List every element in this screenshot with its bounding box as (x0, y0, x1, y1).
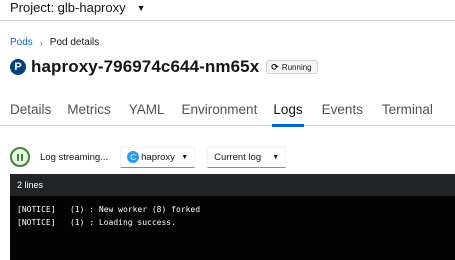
tab-terminal[interactable]: Terminal (382, 99, 433, 126)
pod-name: haproxy-796974c644-nm65x (31, 57, 260, 76)
caret-down-icon: ▼ (136, 2, 146, 13)
log-content[interactable]: [NOTICE] (1) : New worker (8) forked [NOT… (10, 196, 455, 229)
container-badge: C (127, 151, 140, 163)
tab-yaml[interactable]: YAML (129, 99, 165, 126)
tab-bar: Details Metrics YAML Environment Logs Ev… (0, 99, 455, 127)
log-type-select[interactable]: Current log ▼ (207, 146, 287, 168)
tab-logs[interactable]: Logs (272, 99, 304, 127)
tab-details[interactable]: Details (10, 99, 51, 126)
log-line-count: 2 lines (10, 174, 455, 196)
breadcrumb: Pods › Pod details (10, 37, 99, 48)
chevron-right-icon: › (39, 37, 43, 48)
breadcrumb-pods-link[interactable]: Pods (10, 37, 33, 48)
project-selector[interactable]: Project: glb-haproxy ▼ (10, 0, 146, 15)
container-select[interactable]: C haproxy ▼ (120, 146, 196, 168)
caret-down-icon: ▼ (181, 153, 189, 161)
sync-icon: ⟳ (271, 61, 279, 72)
status-text: Running (281, 62, 312, 72)
tab-environment[interactable]: Environment (182, 99, 258, 126)
caret-down-icon: ▼ (272, 153, 280, 161)
project-bar: Project: glb-haproxy ▼ (0, 0, 455, 21)
tab-events[interactable]: Events (322, 99, 363, 126)
log-viewer[interactable]: 2 lines [NOTICE] (1) : New worker (8) fo… (10, 174, 455, 260)
pod-resource-badge: P (10, 59, 26, 75)
log-line: [NOTICE] (1) : New worker (8) forked (17, 205, 201, 214)
log-type-select-value: Current log (214, 151, 262, 163)
project-label: Project: glb-haproxy (10, 0, 126, 15)
container-select-value: haproxy (141, 151, 175, 163)
status-badge: ⟳ Running (266, 60, 318, 74)
log-toolbar: Log streaming... C haproxy ▼ Current log… (10, 146, 287, 168)
page-title: P haproxy-796974c644-nm65x ⟳ Running (10, 57, 318, 77)
breadcrumb-current: Pod details (49, 37, 100, 48)
streaming-status: Log streaming... (40, 151, 109, 163)
pause-icon (17, 153, 23, 161)
log-line: [NOTICE] (1) : Loading success. (17, 217, 176, 227)
pause-streaming-button[interactable] (10, 147, 30, 167)
tab-metrics[interactable]: Metrics (67, 99, 111, 126)
